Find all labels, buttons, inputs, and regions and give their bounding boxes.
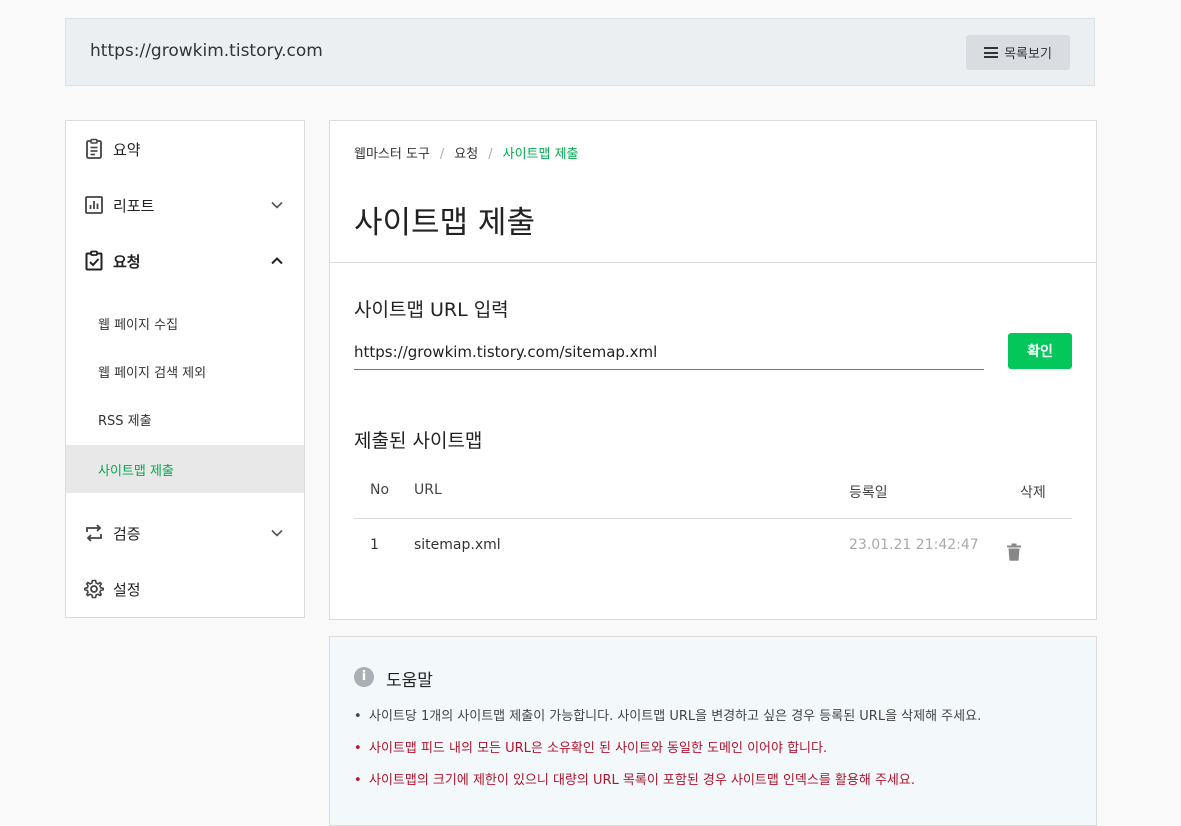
main-panel: 웹마스터 도구/요청/사이트맵 제출 사이트맵 제출 사이트맵 URL 입력 확… [329,120,1097,620]
swap-arrows-icon [86,524,102,542]
help-item: 사이트당 1개의 사이트맵 제출이 가능합니다. 사이트맵 URL을 변경하고 … [354,707,981,739]
breadcrumb-item[interactable]: 웹마스터 도구 [354,147,430,162]
sidebar-item-verify[interactable]: 검증 [66,505,304,561]
breadcrumb-item[interactable]: 요청 [454,147,478,162]
row-no: 1 [370,537,379,553]
column-header-date: 등록일 [849,485,888,501]
site-url: https://growkim.tistory.com [90,41,323,61]
help-list: 사이트당 1개의 사이트맵 제출이 가능합니다. 사이트맵 URL을 변경하고 … [354,707,981,803]
breadcrumb-current: 사이트맵 제출 [502,147,579,162]
table-header: No URL 등록일 삭제 [354,466,1072,519]
confirm-button[interactable]: 확인 [1008,333,1072,369]
sitemap-url-input[interactable] [354,335,984,370]
help-title: 도움말 [386,671,433,691]
sidebar-item-summary[interactable]: 요약 [66,121,304,177]
clipboard-icon [86,138,102,159]
page-title: 사이트맵 제출 [354,205,535,241]
bar-chart-icon [85,196,103,214]
column-header-url: URL [414,482,442,498]
list-view-button[interactable]: 목록보기 [966,35,1070,70]
sidebar-item-label: 요청 [113,252,141,271]
sidebar-subitem-label: 사이트맵 제출 [98,463,174,479]
sidebar-item-label: 리포트 [113,196,155,215]
sidebar-item-label: 요약 [113,140,141,159]
sidebar-item-label: 설정 [113,580,141,599]
sidebar-item-request[interactable]: 요청 [66,233,304,289]
sidebar-item-settings[interactable]: 설정 [66,561,304,617]
column-header-delete: 삭제 [1020,485,1046,501]
sidebar-subitem-web-crawl[interactable]: 웹 페이지 수집 [66,299,304,347]
chevron-up-icon [271,257,283,265]
help-item: 사이트맵의 크기에 제한이 있으니 대량의 URL 목록이 포함된 경우 사이트… [354,771,981,803]
help-panel: i 도움말 사이트당 1개의 사이트맵 제출이 가능합니다. 사이트맵 URL을… [329,636,1097,826]
list-icon [984,47,999,58]
column-header-no: No [370,482,390,498]
sidebar-subitem-label: 웹 페이지 검색 제외 [98,365,207,381]
breadcrumb: 웹마스터 도구 / 요청 / 사이트맵 제출 [354,147,579,162]
divider [330,262,1096,263]
list-view-label: 목록보기 [1004,47,1052,62]
row-url: sitemap.xml [414,537,501,553]
url-section-title: 사이트맵 URL 입력 [354,299,509,321]
sidebar-item-report[interactable]: 리포트 [66,177,304,233]
help-item: 사이트맵 피드 내의 모든 URL은 소유확인 된 사이트와 동일한 도메인 이… [354,739,981,771]
gear-icon [84,579,104,599]
chevron-down-icon [271,201,283,209]
trash-icon[interactable] [1006,543,1022,561]
table-row: 1 sitemap.xml 23.01.21 21:42:47 [354,521,1072,581]
sidebar-subitem-rss[interactable]: RSS 제출 [66,395,304,443]
sidebar-subitem-label: 웹 페이지 수집 [98,317,179,333]
site-header: https://growkim.tistory.com 목록보기 [65,18,1095,86]
submitted-section-title: 제출된 사이트맵 [354,430,483,452]
sidebar-item-label: 검증 [113,524,141,543]
clipboard-check-icon [85,250,103,271]
sidebar: 요약 리포트 요청 웹 페이지 수집 웹 페이지 검색 제외 RSS 제출 사이… [65,120,305,618]
info-icon: i [354,667,374,687]
sidebar-subitem-exclude[interactable]: 웹 페이지 검색 제외 [66,347,304,395]
chevron-down-icon [271,529,283,537]
sidebar-subitem-sitemap[interactable]: 사이트맵 제출 [66,445,304,493]
row-date: 23.01.21 21:42:47 [849,537,979,553]
sidebar-subitem-label: RSS 제출 [98,413,152,429]
